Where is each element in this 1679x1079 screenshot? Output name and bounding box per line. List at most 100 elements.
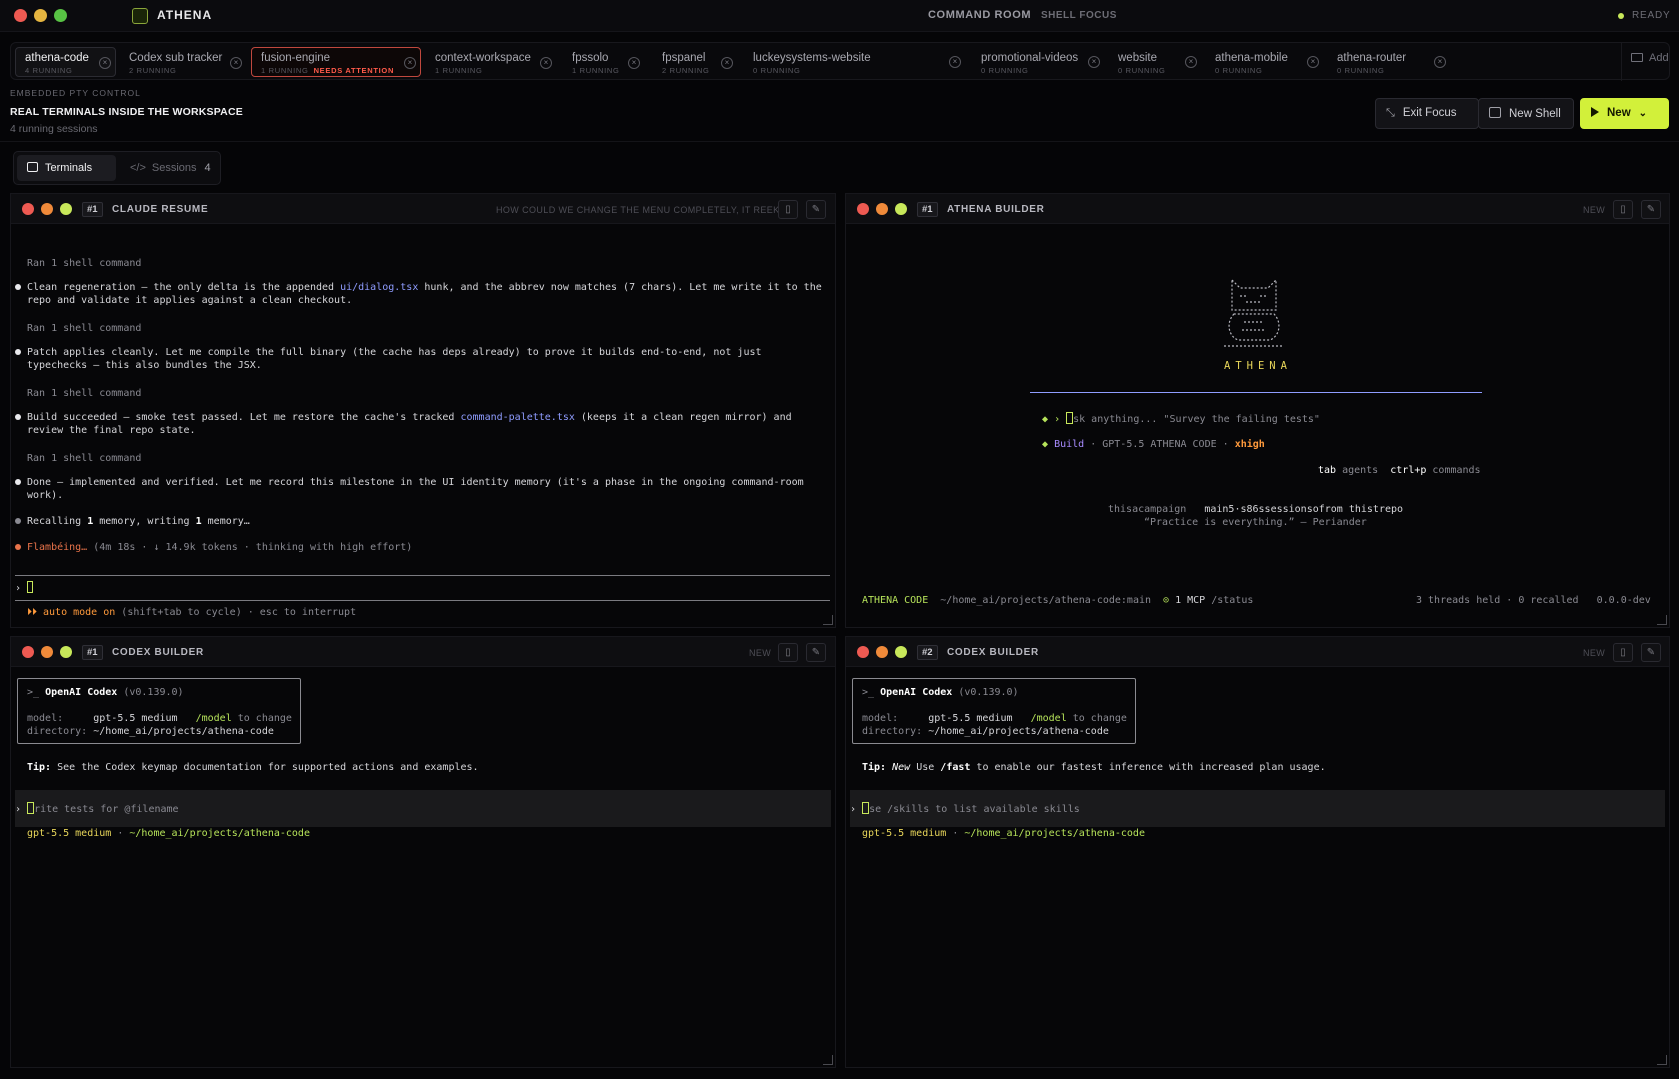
workspace-tab[interactable]: website 0 RUNNING	[1108, 47, 1188, 77]
window-zoom-button[interactable]	[54, 9, 67, 22]
workspace-tab[interactable]: promotional-videos 0 RUNNING ×	[971, 47, 1101, 77]
workspace-tab[interactable]: athena-code 4 RUNNING ×	[15, 47, 116, 77]
codex-input[interactable]: › rite tests for @filename	[15, 802, 179, 816]
tab-name: Codex sub tracker	[129, 52, 223, 64]
exit-focus-button[interactable]: ⤡ Exit Focus	[1375, 98, 1479, 129]
tab-status: 4 RUNNING	[25, 66, 73, 75]
message-bullet-icon	[15, 284, 21, 290]
logo-divider	[1030, 392, 1482, 393]
workspace-tab[interactable]: Codex sub tracker 2 RUNNING ×	[119, 47, 249, 77]
codex-name: OpenAI Codex	[880, 687, 953, 698]
pane-close-button[interactable]	[857, 203, 869, 215]
codex-header: >_ OpenAI Codex (v0.139.0)	[862, 686, 1019, 699]
view-switcher: Terminals </> Sessions 4	[13, 151, 221, 185]
input-bottom-border	[15, 600, 830, 601]
close-icon[interactable]: ×	[540, 57, 552, 69]
close-icon[interactable]: ×	[949, 56, 961, 68]
resize-handle-icon[interactable]	[1657, 615, 1667, 625]
pane-zoom-button[interactable]	[60, 203, 72, 215]
ask-input[interactable]: ◆ › sk anything... "Survey the failing t…	[1042, 412, 1320, 426]
memory-bullet-icon	[15, 518, 21, 524]
close-icon[interactable]: ×	[99, 57, 111, 69]
pane-close-button[interactable]	[857, 646, 869, 658]
auto-mode-indicator: ⏵⏵ auto mode on	[27, 607, 116, 618]
close-icon[interactable]: ×	[1434, 56, 1446, 68]
edit-icon[interactable]: ✎	[806, 643, 826, 662]
terminal-pane[interactable]: #1 CODEX BUILDER NEW ▯ ✎ >_ OpenAI Codex…	[10, 636, 836, 1068]
model-label: · GPT-5.5 ATHENA CODE ·	[1084, 439, 1235, 450]
pane-zoom-button[interactable]	[895, 203, 907, 215]
document-icon[interactable]: ▯	[778, 200, 798, 219]
tab-status: 1 RUNNING NEEDS ATTENTION	[261, 66, 410, 75]
new-badge: NEW	[749, 648, 772, 658]
pane-zoom-button[interactable]	[895, 646, 907, 658]
workspace-tab[interactable]: fusion-engine 1 RUNNING NEEDS ATTENTION ×	[251, 47, 421, 77]
close-icon[interactable]: ×	[1088, 56, 1100, 68]
window-close-button[interactable]	[14, 9, 27, 22]
tip-new-badge: New	[892, 762, 911, 773]
chevron-down-icon[interactable]: ⌄	[1639, 108, 1647, 119]
edit-icon[interactable]: ✎	[1641, 643, 1661, 662]
edit-icon[interactable]: ✎	[806, 200, 826, 219]
edit-icon[interactable]: ✎	[1641, 200, 1661, 219]
close-icon[interactable]: ×	[628, 57, 640, 69]
workspace-tab[interactable]: athena-router 0 RUNNING	[1327, 47, 1427, 77]
footer-brand: ATHENA CODE	[862, 595, 929, 606]
pane-minimize-button[interactable]	[41, 646, 53, 658]
pane-minimize-button[interactable]	[41, 203, 53, 215]
prompt-input[interactable]: ›	[15, 581, 34, 595]
codex-input[interactable]: › se /skills to list available skills	[850, 802, 1080, 816]
resize-handle-icon[interactable]	[823, 1055, 833, 1065]
tab-sessions[interactable]: </> Sessions 4	[120, 155, 218, 181]
pane-zoom-button[interactable]	[60, 646, 72, 658]
prompt-chevron-icon: ›	[15, 583, 22, 594]
tab-terminals[interactable]: Terminals	[17, 155, 116, 181]
prompt-icon: >_	[862, 687, 875, 698]
new-session-button[interactable]: New ⌄	[1580, 98, 1669, 129]
pane-close-button[interactable]	[22, 646, 34, 658]
document-icon[interactable]: ▯	[1613, 200, 1633, 219]
close-icon[interactable]: ×	[1307, 56, 1319, 68]
input-top-border	[15, 575, 830, 576]
window-minimize-button[interactable]	[34, 9, 47, 22]
tab-status: 0 RUNNING	[753, 66, 801, 75]
codex-tip: Tip: New Use /fast to enable our fastest…	[862, 761, 1326, 774]
status-path: ~/home_ai/projects/athena-code	[964, 828, 1145, 839]
terminal-pane[interactable]: #2 CODEX BUILDER NEW ▯ ✎ >_ OpenAI Codex…	[845, 636, 1670, 1068]
text-cursor	[27, 581, 34, 593]
exit-focus-label: Exit Focus	[1402, 107, 1457, 119]
workspace-tab[interactable]: fpssolo 1 RUNNING ×	[562, 47, 652, 77]
pane-minimize-button[interactable]	[876, 646, 888, 658]
new-session-label: New	[1607, 107, 1631, 119]
terminal-icon	[1489, 107, 1501, 118]
add-workspace-button[interactable]: Add	[1631, 52, 1669, 72]
terminal-pane[interactable]: #1 ATHENA BUILDER NEW ▯ ✎ ATHENA ◆ › sk …	[845, 193, 1670, 628]
document-icon[interactable]: ▯	[778, 643, 798, 662]
tab-name: athena-code	[25, 52, 89, 64]
window-subtitle: SHELL FOCUS	[1041, 10, 1117, 21]
workspace-tab[interactable]: context-workspace 1 RUNNING ×	[425, 47, 565, 77]
ask-placeholder: sk anything... "Survey the failing tests…	[1073, 414, 1320, 425]
session-count: 4 running sessions	[10, 123, 98, 135]
tab-status: 2 RUNNING	[662, 66, 710, 75]
close-icon[interactable]: ×	[1185, 56, 1197, 68]
input-placeholder: rite tests for @filename	[34, 804, 179, 815]
pane-header: #1 CLAUDE RESUME HOW COULD WE CHANGE THE…	[11, 194, 835, 224]
resize-handle-icon[interactable]	[823, 615, 833, 625]
terminal-pane[interactable]: #1 CLAUDE RESUME HOW COULD WE CHANGE THE…	[10, 193, 836, 628]
close-icon[interactable]: ×	[230, 57, 242, 69]
workspace-tab[interactable]: fpspanel 2 RUNNING ×	[652, 47, 742, 77]
workspace-tab[interactable]: athena-mobile 0 RUNNING	[1205, 47, 1305, 77]
tip-text: Use	[910, 762, 941, 773]
close-icon[interactable]: ×	[721, 57, 733, 69]
workspace-tab[interactable]: luckeysystems-website 0 RUNNING ×	[743, 47, 893, 77]
new-shell-button[interactable]: New Shell	[1478, 98, 1574, 129]
close-icon[interactable]: ×	[404, 57, 416, 69]
new-badge: NEW	[1583, 648, 1606, 658]
pane-minimize-button[interactable]	[876, 203, 888, 215]
pane-close-button[interactable]	[22, 203, 34, 215]
model-command: /model	[195, 713, 232, 724]
codex-directory-line: directory: ~/home_ai/projects/athena-cod…	[27, 725, 274, 738]
document-icon[interactable]: ▯	[1613, 643, 1633, 662]
resize-handle-icon[interactable]	[1657, 1055, 1667, 1065]
